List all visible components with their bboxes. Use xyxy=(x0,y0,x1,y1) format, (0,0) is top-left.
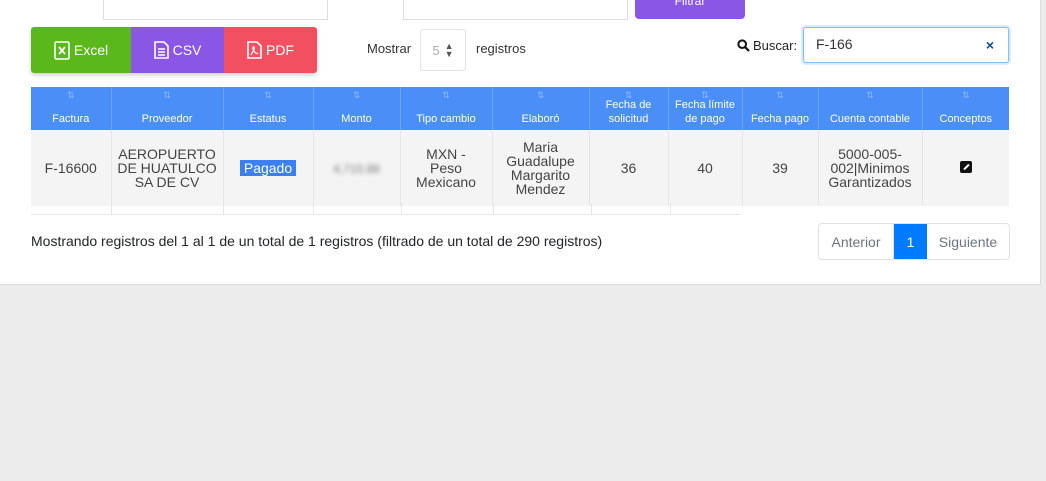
cell-fecha-solicitud: 36 xyxy=(589,130,669,206)
clear-search-icon[interactable]: × xyxy=(986,37,994,53)
filter-button[interactable]: Filtrar xyxy=(635,0,745,19)
cell-conceptos xyxy=(922,130,1009,206)
search-box: × xyxy=(803,27,1009,63)
sort-icon: ⇅ xyxy=(776,90,784,100)
column-header-fecha-pago[interactable]: ⇅ Fecha pago xyxy=(742,87,819,130)
column-header-cuenta-contable[interactable]: ⇅ Cuenta contable xyxy=(818,87,923,130)
column-header-factura[interactable]: ⇅ Factura xyxy=(31,87,112,130)
column-header-elaboro[interactable]: ⇅ Elaboró xyxy=(492,87,590,130)
column-header-fecha-limite[interactable]: ⇅ Fecha límite de pago xyxy=(668,87,743,130)
column-header-estatus[interactable]: ⇅ Estatus xyxy=(223,87,314,130)
excel-label: Excel xyxy=(73,42,109,58)
page-length-select[interactable]: 5 ▲ ▼ xyxy=(420,29,466,71)
cell-estatus: Pagado xyxy=(223,130,314,206)
sort-icon: ⇅ xyxy=(536,90,545,100)
cell-tipo-cambio: MXN - Peso Mexicano xyxy=(400,130,493,206)
edit-icon[interactable] xyxy=(959,161,972,173)
table-footer-row xyxy=(31,203,741,215)
sort-icon: ⇅ xyxy=(866,90,874,100)
sort-icon: ⇅ xyxy=(264,90,272,100)
search-input[interactable] xyxy=(804,28,976,60)
page-length-value: 5 xyxy=(432,42,440,58)
cell-proveedor: AEROPUERTO DE HUATULCO SA DE CV xyxy=(111,130,224,206)
cell-fecha-pago: 39 xyxy=(742,130,819,206)
cell-fecha-limite: 40 xyxy=(668,130,743,206)
top-filter-input-2[interactable] xyxy=(403,0,628,20)
csv-label: CSV xyxy=(172,42,202,58)
column-header-fecha-solicitud[interactable]: ⇅ Fecha de solicitud xyxy=(589,87,669,130)
sort-icon: ⇅ xyxy=(442,90,450,100)
search-label: Buscar: xyxy=(753,38,798,53)
next-page-button[interactable]: Siguiente xyxy=(927,224,1009,259)
search-icon xyxy=(737,39,750,52)
sort-icon: ⇅ xyxy=(352,90,361,100)
pdf-button[interactable]: PDF xyxy=(224,27,317,73)
cell-monto: 4,710.88 xyxy=(313,130,401,206)
table-info: Mostrando registros del 1 al 1 de un tot… xyxy=(31,233,603,249)
status-badge: Pagado xyxy=(239,160,297,176)
cell-factura: F-16600 xyxy=(31,130,112,206)
column-header-monto[interactable]: ⇅ Monto xyxy=(313,87,401,130)
sort-icon: ⇅ xyxy=(624,90,633,100)
cell-elaboro: Maria Guadalupe Margarito Mendez xyxy=(492,130,590,206)
column-header-proveedor[interactable]: ⇅ Proveedor xyxy=(111,87,224,130)
sort-icon: ⇅ xyxy=(163,90,171,100)
pagination: Anterior 1 Siguiente xyxy=(818,223,1010,260)
excel-button[interactable]: Excel xyxy=(31,27,131,73)
previous-page-button[interactable]: Anterior xyxy=(819,224,894,259)
export-buttons: Excel CSV PDF xyxy=(31,27,317,73)
sort-icon: ⇅ xyxy=(961,90,970,100)
amount-value: 4,710.88 xyxy=(333,161,380,176)
sort-icon: ⇅ xyxy=(66,90,75,100)
invoices-table: ⇅ Factura ⇅ Proveedor ⇅ Estatus ⇅ Monto ⇅ Tip… xyxy=(31,87,1009,206)
search-label-group: Buscar: xyxy=(737,38,797,53)
column-header-tipo-cambio[interactable]: ⇅ Tipo cambio xyxy=(400,87,493,130)
cell-cuenta-contable: 5000-005- 002|Minimos Garantizados xyxy=(818,130,923,206)
column-header-conceptos[interactable]: ⇅ Conceptos xyxy=(922,87,1009,130)
page-1-button[interactable]: 1 xyxy=(894,224,927,259)
csv-button[interactable]: CSV xyxy=(131,27,224,73)
sort-icon: ⇅ xyxy=(701,90,709,100)
top-filter-input-1[interactable] xyxy=(103,0,328,20)
table-header-row: ⇅ Factura ⇅ Proveedor ⇅ Estatus ⇅ Monto ⇅ Tip… xyxy=(31,87,1009,130)
document-icon xyxy=(153,41,169,59)
excel-file-icon xyxy=(54,40,70,60)
pdf-label: PDF xyxy=(266,42,294,58)
records-label: registros xyxy=(476,41,526,56)
main-card: Filtrar Excel CSV PDF Mostrar 5 ▲ ▼ regis… xyxy=(0,0,1041,285)
table-row: F-16600 AEROPUERTO DE HUATULCO SA DE CV Pa… xyxy=(31,130,1009,206)
pdf-file-icon xyxy=(247,41,262,59)
updown-arrows-icon: ▲ ▼ xyxy=(444,41,454,59)
show-label: Mostrar xyxy=(367,41,412,56)
